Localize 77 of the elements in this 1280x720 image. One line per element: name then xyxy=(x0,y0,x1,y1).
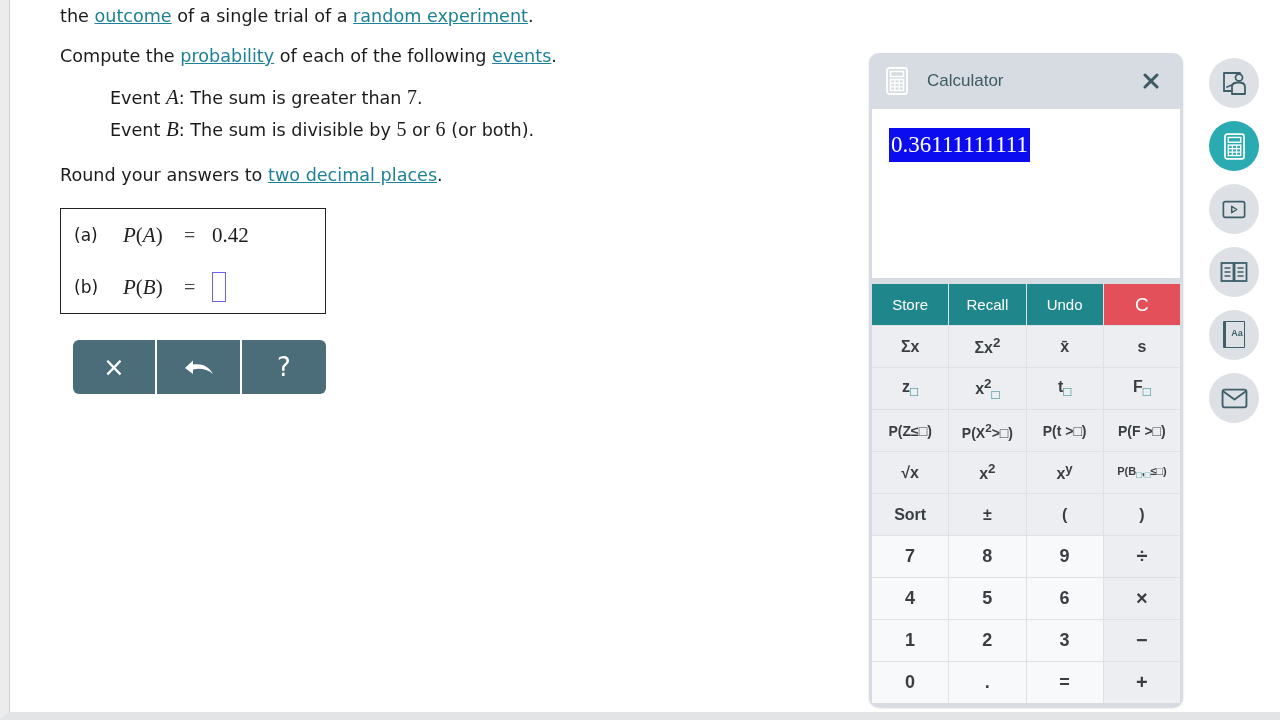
calculator-key[interactable]: x$^{2}$ xyxy=(949,452,1026,493)
video-play-icon xyxy=(1222,199,1246,219)
calculator-key[interactable]: = xyxy=(1026,662,1103,703)
question-text: the outcome of a single trial of a random experiment. xyxy=(60,5,534,27)
calculator-icon xyxy=(1223,132,1245,160)
glossary-button[interactable]: Aa xyxy=(1209,310,1259,360)
calculator-key[interactable]: P(F >□) xyxy=(1103,410,1180,451)
calculator-key[interactable]: 4 xyxy=(872,578,949,619)
calculator-key[interactable]: 7 xyxy=(872,536,949,577)
help-button[interactable]: ? xyxy=(242,340,326,394)
close-button[interactable] xyxy=(1143,73,1159,89)
calculator-button[interactable] xyxy=(1209,121,1259,171)
calculator-key[interactable]: x$^{y}$ xyxy=(1026,452,1103,493)
event-statement: Event B: The sum is divisible by 5 or 6 (or both). xyxy=(110,119,535,141)
calculator-key[interactable]: ± xyxy=(949,494,1026,535)
calculator-key[interactable]: t$_{□}$ xyxy=(1026,368,1103,409)
open-book-icon xyxy=(1220,261,1248,283)
envelope-icon xyxy=(1220,387,1248,409)
part-label: (b) xyxy=(74,277,100,297)
calculator-key[interactable]: z$_{□}$ xyxy=(872,368,949,409)
calculator-key[interactable]: 5 xyxy=(949,578,1026,619)
term-link[interactable]: events xyxy=(492,46,552,66)
calculator-key[interactable]: 8 xyxy=(949,536,1026,577)
calculator-key[interactable]: √x xyxy=(872,452,949,493)
calculator-icon xyxy=(886,67,908,95)
calculator-key[interactable]: ÷ xyxy=(1103,536,1180,577)
calculator-key[interactable]: Recall xyxy=(949,284,1026,325)
term-link[interactable]: two decimal places xyxy=(268,165,438,185)
message-button[interactable] xyxy=(1209,373,1259,423)
display-value: 0.36111111111 xyxy=(889,128,1030,162)
calculator-key[interactable]: C xyxy=(1103,284,1180,325)
question-text: Round your answers to two decimal places. xyxy=(60,164,443,186)
equals-sign: = xyxy=(184,223,197,247)
calculator-key[interactable]: 9 xyxy=(1026,536,1103,577)
calculator-key[interactable]: Undo xyxy=(1026,284,1103,325)
term-link[interactable]: random experiment xyxy=(353,6,528,26)
close-icon xyxy=(1143,73,1159,89)
math-expression: P(B) xyxy=(123,274,164,300)
calculator-key[interactable]: Store xyxy=(872,284,949,325)
math-expression: P(A) xyxy=(123,222,164,248)
term-link[interactable]: probability xyxy=(180,46,275,66)
ebook-button[interactable] xyxy=(1209,247,1259,297)
calculator-key[interactable]: P(t >□) xyxy=(1026,410,1103,451)
part-label: (a) xyxy=(74,225,99,245)
calculator-key[interactable]: − xyxy=(1103,620,1180,661)
calculator-title: Calculator xyxy=(927,71,1004,91)
calculator-key[interactable]: . xyxy=(949,662,1026,703)
calculator-key[interactable]: Σx$^{2}$ xyxy=(949,326,1026,367)
question-text: Compute the probability of each of the following events. xyxy=(60,45,557,67)
undo-icon xyxy=(183,358,214,376)
clear-button[interactable]: × xyxy=(73,340,155,394)
calculator-key[interactable]: × xyxy=(1103,578,1180,619)
calculator-key[interactable]: F$_{□}$ xyxy=(1103,368,1180,409)
calculator-key[interactable]: P(Z≤□) xyxy=(872,410,949,451)
calculator-key[interactable]: P(B$_{□}$,$_{□}$≤□) xyxy=(1103,452,1180,493)
calculator-key[interactable]: P(X$^{2}$>□) xyxy=(949,410,1026,451)
calculator-key[interactable]: Sort xyxy=(872,494,949,535)
answer-value: 0.42 xyxy=(212,222,249,248)
calculator-key[interactable]: Σx xyxy=(872,326,949,367)
event-statement: Event A: The sum is greater than 7. xyxy=(110,87,423,109)
equals-sign: = xyxy=(184,275,197,299)
term-link[interactable]: outcome xyxy=(94,6,172,26)
calculator-key[interactable]: 2 xyxy=(949,620,1026,661)
tutor-button[interactable] xyxy=(1209,58,1259,108)
answer-field[interactable] xyxy=(212,272,226,302)
calculator-key[interactable]: 3 xyxy=(1026,620,1103,661)
calculator-key[interactable]: s xyxy=(1103,326,1180,367)
calculator-key[interactable]: 6 xyxy=(1026,578,1103,619)
person-at-board-icon xyxy=(1221,70,1247,96)
calculator-key[interactable]: 1 xyxy=(872,620,949,661)
video-button[interactable] xyxy=(1209,184,1259,234)
calculator-key[interactable]: x̄ xyxy=(1026,326,1103,367)
calculator-key[interactable]: 0 xyxy=(872,662,949,703)
calculator-key[interactable]: ) xyxy=(1103,494,1180,535)
undo-button[interactable] xyxy=(157,340,240,394)
calculator-key[interactable]: ( xyxy=(1026,494,1103,535)
calculator-key[interactable]: + xyxy=(1103,662,1180,703)
